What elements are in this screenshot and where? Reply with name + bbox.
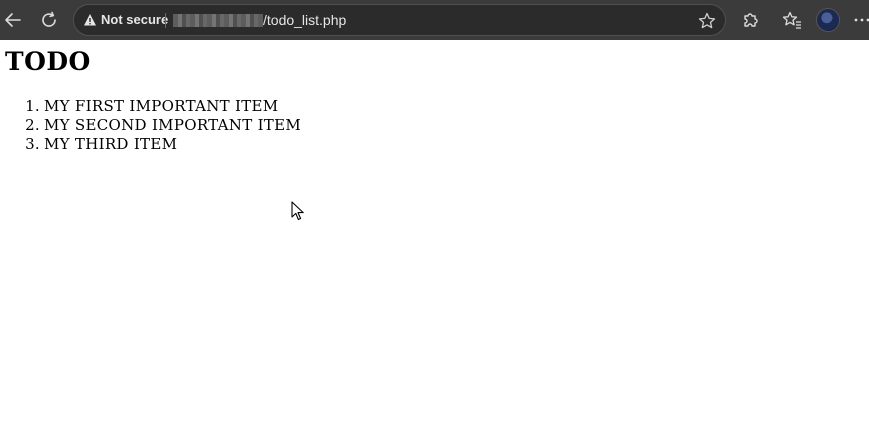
favorites-button[interactable] (781, 9, 803, 31)
add-favorite-button[interactable] (697, 11, 717, 31)
puzzle-icon (744, 13, 758, 27)
page-title: TODO (5, 47, 91, 76)
todo-list: 1. My first important item 2. My second … (0, 97, 301, 154)
url-host-redacted (173, 14, 263, 27)
list-item: 1. My first important item (0, 97, 301, 116)
back-button[interactable] (2, 9, 24, 31)
security-indicator[interactable]: Not secure (101, 12, 168, 28)
address-bar[interactable]: Not secure /todo_list.php (73, 4, 726, 36)
item-label: My first important item (44, 97, 279, 115)
item-number: 2. (25, 116, 40, 134)
url-path[interactable]: /todo_list.php (263, 12, 346, 28)
more-horizontal-icon (854, 18, 869, 22)
item-label: My third item (44, 135, 178, 153)
item-number: 1. (25, 97, 40, 115)
list-item: 3. My third item (0, 135, 301, 154)
mouse-cursor-icon (291, 201, 304, 221)
avatar[interactable] (816, 8, 840, 32)
list-item: 2. My second important item (0, 116, 301, 135)
extensions-button[interactable] (740, 9, 762, 31)
address-divider (165, 13, 166, 28)
item-label: My second important item (44, 116, 302, 134)
more-menu-button[interactable] (852, 9, 869, 31)
warning-triangle-icon (84, 14, 96, 26)
item-number: 3. (25, 135, 40, 153)
back-arrow-icon (5, 13, 21, 27)
favorites-icon (782, 11, 801, 29)
star-icon (698, 12, 716, 29)
refresh-button[interactable] (38, 9, 60, 31)
refresh-icon (42, 11, 56, 27)
browser-toolbar: Not secure /todo_list.php (0, 0, 869, 40)
page-content: TODO 1. My first important item 2. My se… (0, 40, 869, 446)
